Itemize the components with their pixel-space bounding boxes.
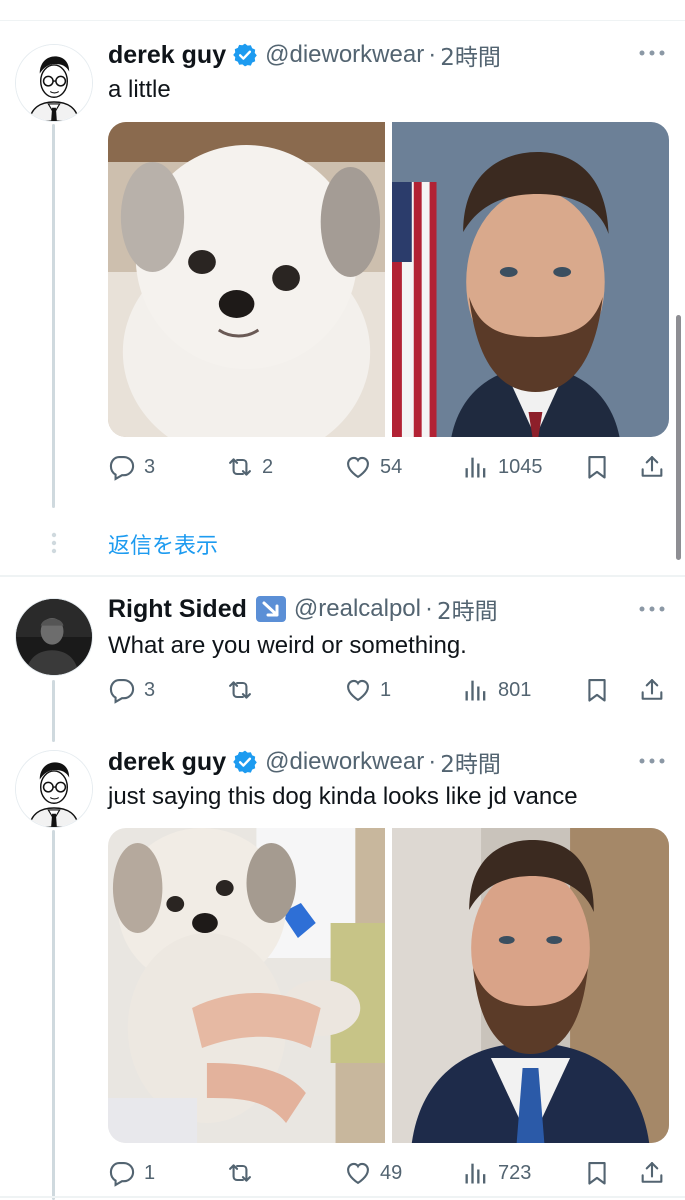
more-options-icon[interactable] bbox=[637, 602, 667, 616]
views-button[interactable]: 1045 bbox=[462, 450, 543, 484]
media-image-dog[interactable] bbox=[108, 828, 385, 1143]
reply-count: 3 bbox=[144, 455, 156, 478]
tweet-header: Right Sided @realcalpol · 2時間 bbox=[108, 592, 498, 626]
views-icon bbox=[462, 453, 490, 481]
view-count: 723 bbox=[498, 1161, 532, 1184]
media-image-person[interactable] bbox=[392, 122, 669, 437]
retweet-icon bbox=[226, 453, 254, 481]
user-handle[interactable]: @dieworkwear bbox=[265, 41, 424, 69]
tweet-actions: 1 49 723 bbox=[108, 1156, 673, 1190]
avatar[interactable] bbox=[15, 750, 93, 828]
tweet-divider bbox=[0, 575, 685, 577]
reply-count: 3 bbox=[144, 678, 156, 701]
like-count: 54 bbox=[380, 455, 403, 478]
tweet-text: just saying this dog kinda looks like jd… bbox=[108, 783, 578, 810]
bookmark-icon bbox=[583, 676, 611, 704]
share-icon bbox=[638, 453, 666, 481]
timestamp[interactable]: 2時間 bbox=[440, 745, 501, 779]
media-image-dog[interactable] bbox=[108, 122, 385, 437]
reply-button[interactable]: 1 bbox=[108, 1156, 155, 1190]
thread-line bbox=[52, 830, 55, 1200]
reply-icon bbox=[108, 1159, 136, 1187]
bookmark-button[interactable] bbox=[583, 450, 611, 484]
views-button[interactable]: 801 bbox=[462, 673, 531, 707]
thread-line bbox=[52, 124, 55, 508]
views-icon bbox=[462, 676, 490, 704]
retweet-count: 2 bbox=[262, 455, 274, 478]
reply-icon bbox=[108, 676, 136, 704]
more-options-icon[interactable] bbox=[637, 754, 667, 768]
thread-dots bbox=[50, 532, 58, 554]
views-button[interactable]: 723 bbox=[462, 1156, 531, 1190]
tweet-text: a little bbox=[108, 76, 171, 103]
like-count: 49 bbox=[380, 1161, 403, 1184]
tweet-header: derek guy @dieworkwear · 2時間 bbox=[108, 38, 501, 72]
retweet-icon bbox=[226, 676, 254, 704]
show-replies-link[interactable]: 返信を表示 bbox=[108, 528, 218, 560]
media-image-person[interactable] bbox=[392, 828, 669, 1143]
like-button[interactable]: 54 bbox=[344, 450, 402, 484]
tweet-actions: 3 1 801 bbox=[108, 673, 673, 707]
share-button[interactable] bbox=[638, 1156, 666, 1190]
user-handle[interactable]: @dieworkwear bbox=[265, 748, 424, 776]
heart-icon bbox=[344, 1159, 372, 1187]
like-button[interactable]: 49 bbox=[344, 1156, 402, 1190]
bookmark-icon bbox=[583, 453, 611, 481]
heart-icon bbox=[344, 453, 372, 481]
views-icon bbox=[462, 1159, 490, 1187]
arrow-badge-icon bbox=[255, 596, 286, 622]
more-options-icon[interactable] bbox=[637, 46, 667, 60]
timestamp[interactable]: 2時間 bbox=[440, 38, 501, 72]
reply-icon bbox=[108, 453, 136, 481]
retweet-button[interactable] bbox=[226, 673, 262, 707]
separator-dot: · bbox=[428, 748, 437, 775]
display-name[interactable]: derek guy bbox=[108, 748, 226, 777]
retweet-button[interactable]: 2 bbox=[226, 450, 273, 484]
share-icon bbox=[638, 1159, 666, 1187]
view-count: 1045 bbox=[498, 455, 543, 478]
user-handle[interactable]: @realcalpol bbox=[294, 595, 421, 623]
tweet-media[interactable] bbox=[108, 122, 669, 437]
separator-dot: · bbox=[428, 41, 437, 68]
like-count: 1 bbox=[380, 678, 392, 701]
tweet-media[interactable] bbox=[108, 828, 669, 1143]
view-count: 801 bbox=[498, 678, 532, 701]
timestamp[interactable]: 2時間 bbox=[437, 592, 498, 626]
share-icon bbox=[638, 676, 666, 704]
top-divider bbox=[0, 20, 685, 21]
share-button[interactable] bbox=[638, 673, 666, 707]
tweet-text: What are you weird or something. bbox=[108, 632, 467, 659]
share-button[interactable] bbox=[638, 450, 666, 484]
verified-badge-icon bbox=[232, 42, 258, 68]
bookmark-button[interactable] bbox=[583, 673, 611, 707]
thread-line bbox=[52, 680, 55, 742]
display-name[interactable]: derek guy bbox=[108, 41, 226, 70]
reply-button[interactable]: 3 bbox=[108, 450, 155, 484]
retweet-button[interactable] bbox=[226, 1156, 262, 1190]
display-name[interactable]: Right Sided bbox=[108, 595, 247, 624]
scrollbar[interactable] bbox=[676, 315, 681, 560]
reply-button[interactable]: 3 bbox=[108, 673, 155, 707]
retweet-icon bbox=[226, 1159, 254, 1187]
reply-count: 1 bbox=[144, 1161, 156, 1184]
bookmark-icon bbox=[583, 1159, 611, 1187]
avatar[interactable] bbox=[15, 44, 93, 122]
verified-badge-icon bbox=[232, 749, 258, 775]
tweet-divider bbox=[0, 1196, 685, 1198]
tweet-actions: 3 2 54 1045 bbox=[108, 450, 673, 484]
heart-icon bbox=[344, 676, 372, 704]
separator-dot: · bbox=[424, 595, 433, 622]
bookmark-button[interactable] bbox=[583, 1156, 611, 1190]
tweet-header: derek guy @dieworkwear · 2時間 bbox=[108, 745, 501, 779]
avatar[interactable] bbox=[15, 598, 93, 676]
like-button[interactable]: 1 bbox=[344, 673, 391, 707]
